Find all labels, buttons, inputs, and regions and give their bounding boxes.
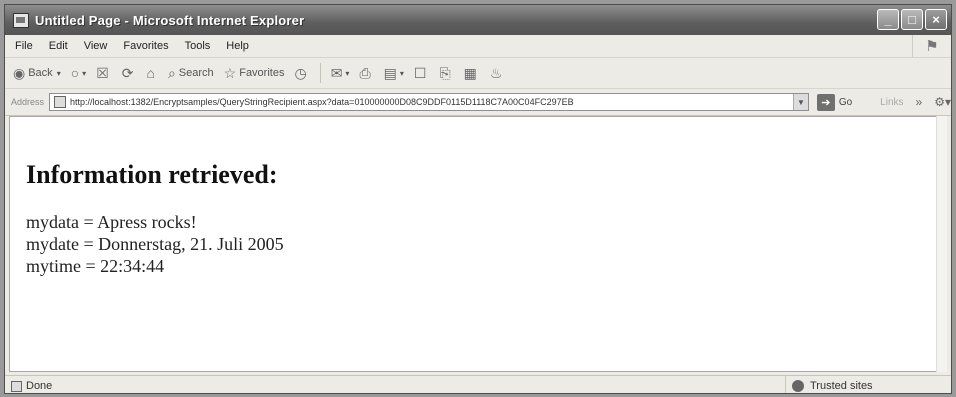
search-icon: ⌕: [167, 64, 176, 81]
back-button[interactable]: ◉ Back ▾: [13, 65, 61, 82]
print-icon: ⎙: [359, 64, 371, 81]
window-controls: _ □ ×: [877, 9, 947, 30]
messenger-button[interactable]: ▦: [464, 65, 480, 82]
toolbar-separator: [319, 63, 321, 83]
close-button[interactable]: ×: [925, 9, 947, 30]
trusted-sites-icon: [792, 380, 804, 392]
back-arrow-icon: ◉: [13, 64, 26, 81]
menu-bar: File Edit View Favorites Tools Help ⚑: [5, 35, 951, 58]
forward-button[interactable]: ○ ▾: [71, 65, 86, 81]
zone-label: Trusted sites: [810, 380, 873, 392]
print-button[interactable]: ⎙: [359, 65, 373, 82]
discuss-icon: ☐: [413, 64, 427, 81]
stop-icon: ☒: [96, 64, 109, 81]
history-icon: ◷: [294, 64, 307, 81]
page-icon: [54, 96, 67, 108]
mydata-line: mydata = Apress rocks!: [26, 212, 197, 232]
forward-arrow-icon: ○: [70, 65, 80, 81]
maximize-button[interactable]: □: [901, 9, 923, 30]
address-dropdown-icon[interactable]: ▼: [792, 94, 808, 110]
messenger-icon: ▦: [463, 64, 477, 81]
stop-button[interactable]: ☒: [96, 65, 112, 82]
mail-dropdown-icon: ▾: [345, 68, 350, 78]
tools-extra-button[interactable]: ♨: [490, 65, 506, 82]
forward-dropdown-icon: ▾: [82, 68, 87, 78]
address-input[interactable]: http://localhost:1382/Encryptsamples/Que…: [49, 93, 809, 111]
edit-button[interactable]: ▤ ▾: [384, 65, 404, 82]
address-label: Address: [11, 97, 45, 107]
favorites-button[interactable]: ☆ Favorites: [224, 65, 285, 82]
search-label: Search: [178, 67, 214, 79]
ie-app-icon: [13, 12, 29, 28]
minimize-button[interactable]: _: [877, 9, 899, 30]
discuss-button[interactable]: ☐: [414, 65, 430, 82]
address-bar: Address http://localhost:1382/Encryptsam…: [5, 89, 951, 116]
back-label: Back: [28, 67, 53, 79]
status-text: Done: [26, 380, 53, 392]
menu-view[interactable]: View: [84, 40, 108, 52]
refresh-icon: ⟳: [121, 64, 134, 81]
menu-file[interactable]: File: [15, 40, 33, 52]
security-zone: Trusted sites: [785, 376, 945, 393]
mydate-line: mydate = Donnerstag, 21. Juli 2005: [26, 234, 284, 254]
research-icon: ⎘: [439, 64, 451, 81]
page-status-icon: [11, 380, 22, 392]
refresh-button[interactable]: ⟳: [122, 65, 137, 82]
standard-toolbar: ◉ Back ▾ ○ ▾ ☒ ⟳ ⌂ ⌕ Search ☆ Favorites …: [5, 58, 951, 89]
menu-help[interactable]: Help: [226, 40, 249, 52]
tools-menu-icon[interactable]: ⚙▾: [934, 95, 951, 109]
vertical-scrollbar[interactable]: [936, 116, 947, 372]
search-button[interactable]: ⌕ Search: [168, 65, 214, 82]
window-title: Untitled Page - Microsoft Internet Explo…: [35, 12, 305, 28]
title-bar: Untitled Page - Microsoft Internet Explo…: [5, 5, 951, 35]
mail-icon: ✉: [330, 64, 343, 81]
menu-edit[interactable]: Edit: [49, 40, 68, 52]
star-icon: ☆: [223, 64, 237, 81]
edit-icon: ▤: [383, 64, 397, 81]
go-button-label[interactable]: Go: [839, 97, 852, 108]
go-arrow-icon[interactable]: ➔: [816, 93, 835, 111]
favorites-label: Favorites: [239, 67, 285, 79]
address-url[interactable]: http://localhost:1382/Encryptsamples/Que…: [70, 97, 800, 107]
back-dropdown-icon: ▾: [56, 68, 61, 78]
browser-window: Untitled Page - Microsoft Internet Explo…: [4, 4, 952, 394]
windows-logo-icon: ⚑: [912, 35, 951, 57]
menu-favorites[interactable]: Favorites: [123, 40, 168, 52]
tools-extra-icon: ♨: [489, 64, 503, 81]
menu-tools[interactable]: Tools: [185, 40, 211, 52]
page-viewport: Information retrieved: mydata = Apress r…: [9, 116, 939, 372]
toolbar-chevron-icon[interactable]: »: [916, 95, 923, 109]
history-button[interactable]: ◷: [294, 65, 309, 82]
home-icon: ⌂: [146, 65, 155, 81]
links-label[interactable]: Links: [880, 97, 903, 108]
mytime-line: mytime = 22:34:44: [26, 256, 165, 276]
mail-button[interactable]: ✉ ▾: [331, 65, 350, 82]
edit-dropdown-icon: ▾: [399, 68, 404, 78]
page-heading: Information retrieved:: [26, 160, 278, 189]
home-button[interactable]: ⌂: [146, 65, 157, 81]
research-button[interactable]: ⎘: [439, 65, 453, 82]
status-bar: Done Trusted sites: [5, 375, 951, 393]
